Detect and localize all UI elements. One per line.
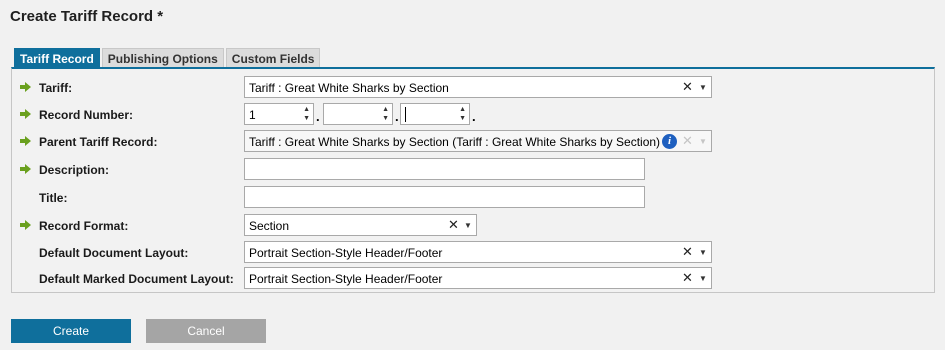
form-panel: Tariff: Tariff : Great White Sharks by S… — [11, 67, 935, 293]
row-doc-layout: Default Document Layout: Portrait Sectio… — [12, 241, 934, 265]
doc-layout-label: Default Document Layout: — [39, 246, 189, 260]
required-arrow-icon — [20, 109, 31, 119]
separator-dot: . — [395, 109, 399, 124]
parent-tariff-select[interactable]: Tariff : Great White Sharks by Section (… — [244, 130, 712, 152]
record-format-select[interactable]: Section ✕ ▼ — [244, 214, 477, 236]
row-title: Title: — [12, 186, 934, 210]
record-number-label: Record Number: — [39, 108, 134, 122]
tab-custom-fields[interactable]: Custom Fields — [225, 48, 321, 68]
tab-publishing-options[interactable]: Publishing Options — [101, 48, 224, 68]
row-parent-tariff: Parent Tariff Record: Tariff : Great Whi… — [12, 130, 934, 154]
row-marked-layout: Default Marked Document Layout: Portrait… — [12, 267, 934, 291]
marked-layout-value: Portrait Section-Style Header/Footer — [249, 272, 443, 286]
row-record-format: Record Format: Section ✕ ▼ — [12, 214, 934, 238]
spin-down-icon[interactable]: ▼ — [459, 115, 466, 123]
description-input[interactable] — [244, 158, 645, 180]
chevron-down-icon[interactable]: ▼ — [699, 272, 707, 286]
marked-layout-select[interactable]: Portrait Section-Style Header/Footer ✕ ▼ — [244, 267, 712, 289]
parent-tariff-label: Parent Tariff Record: — [39, 135, 158, 149]
tab-bar: Tariff Record Publishing Options Custom … — [14, 48, 321, 68]
description-label: Description: — [39, 163, 110, 177]
record-number-part3-input[interactable]: ▲ ▼ — [400, 103, 470, 125]
tab-tariff-record[interactable]: Tariff Record — [14, 48, 100, 68]
record-format-value: Section — [249, 219, 290, 233]
clear-icon[interactable]: ✕ — [682, 271, 693, 285]
chevron-down-icon[interactable]: ▼ — [699, 81, 707, 95]
parent-tariff-value: Tariff : Great White Sharks by Section (… — [249, 135, 661, 149]
chevron-down-icon[interactable]: ▼ — [699, 246, 707, 260]
spin-up-icon[interactable]: ▲ — [459, 106, 466, 114]
record-number-part1-value: 1 — [249, 108, 256, 122]
tariff-select[interactable]: Tariff : Great White Sharks by Section ✕… — [244, 76, 712, 98]
row-record-number: Record Number: 1 ▲ ▼ . ▲ ▼ . ▲ ▼ . — [12, 103, 934, 127]
row-tariff: Tariff: Tariff : Great White Sharks by S… — [12, 76, 934, 100]
page-title: Create Tariff Record * — [10, 8, 164, 25]
doc-layout-select[interactable]: Portrait Section-Style Header/Footer ✕ ▼ — [244, 241, 712, 263]
record-format-label: Record Format: — [39, 219, 129, 233]
required-arrow-icon — [20, 220, 31, 230]
chevron-down-icon[interactable]: ▼ — [464, 219, 472, 233]
create-button[interactable]: Create — [11, 319, 131, 343]
title-input[interactable] — [244, 186, 645, 208]
spin-down-icon[interactable]: ▼ — [303, 115, 310, 123]
info-icon[interactable]: i — [662, 134, 677, 149]
chevron-down-icon: ▼ — [699, 137, 707, 146]
clear-icon[interactable]: ✕ — [448, 218, 459, 232]
clear-icon[interactable]: ✕ — [682, 80, 693, 94]
clear-icon[interactable]: ✕ — [682, 245, 693, 259]
spin-up-icon[interactable]: ▲ — [382, 106, 389, 114]
separator-dot: . — [472, 109, 476, 124]
marked-layout-label: Default Marked Document Layout: — [39, 272, 234, 286]
doc-layout-value: Portrait Section-Style Header/Footer — [249, 246, 443, 260]
tariff-label: Tariff: — [39, 81, 73, 95]
title-label: Title: — [39, 191, 68, 205]
clear-icon: ✕ — [682, 133, 693, 148]
required-arrow-icon — [20, 82, 31, 92]
cancel-button[interactable]: Cancel — [146, 319, 266, 343]
text-caret — [405, 107, 406, 122]
separator-dot: . — [316, 109, 320, 124]
spin-up-icon[interactable]: ▲ — [303, 106, 310, 114]
record-number-part1-input[interactable]: 1 ▲ ▼ — [244, 103, 314, 125]
required-arrow-icon — [20, 136, 31, 146]
spin-down-icon[interactable]: ▼ — [382, 115, 389, 123]
tariff-value: Tariff : Great White Sharks by Section — [249, 81, 449, 95]
record-number-part2-input[interactable]: ▲ ▼ — [323, 103, 393, 125]
row-description: Description: — [12, 158, 934, 182]
required-arrow-icon — [20, 164, 31, 174]
